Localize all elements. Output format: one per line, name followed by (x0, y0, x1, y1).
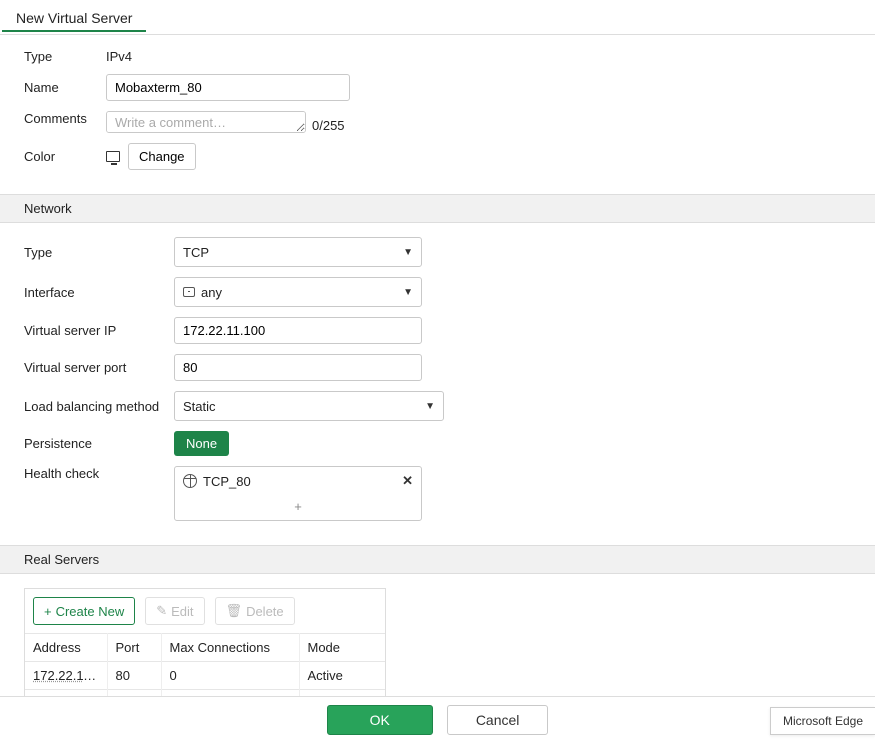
interface-select[interactable]: any ▼ (174, 277, 422, 307)
healthcheck-remove-icon[interactable]: ✕ (402, 473, 413, 489)
lb-method-label: Load balancing method (24, 399, 174, 414)
col-port[interactable]: Port (107, 634, 161, 662)
edit-button[interactable]: ✎ Edit (145, 597, 204, 625)
monitor-icon (106, 151, 120, 162)
lb-method-select[interactable]: Static ▼ (174, 391, 444, 421)
name-label: Name (24, 80, 106, 95)
page-title: New Virtual Server (2, 4, 146, 32)
type-label: Type (24, 49, 106, 64)
comments-label: Comments (24, 111, 106, 126)
browser-tooltip: Microsoft Edge (770, 707, 875, 735)
trash-icon: 🗑 (226, 603, 243, 619)
vip-label: Virtual server IP (24, 323, 174, 338)
cell-port: 80 (107, 662, 161, 690)
cell-mode: Active (299, 662, 385, 690)
pencil-icon: ✎ (156, 603, 167, 619)
vip-input[interactable] (174, 317, 422, 344)
ok-button[interactable]: OK (327, 705, 433, 735)
net-type-select[interactable]: TCP ▼ (174, 237, 422, 267)
chevron-down-icon: ▼ (425, 401, 435, 412)
realservers-header: Real Servers (0, 545, 875, 574)
edit-label: Edit (171, 604, 193, 619)
footer-bar: OK Cancel (0, 696, 875, 743)
create-new-button[interactable]: + Create New (33, 597, 135, 625)
healthcheck-add-button[interactable]: + (175, 495, 421, 520)
persistence-label: Persistence (24, 436, 174, 451)
delete-button[interactable]: 🗑 Delete (215, 597, 295, 625)
type-value: IPv4 (106, 49, 132, 64)
name-input[interactable] (106, 74, 350, 101)
delete-label: Delete (246, 604, 284, 619)
healthcheck-box: TCP_80 ✕ + (174, 466, 422, 521)
healthcheck-label: Health check (24, 466, 174, 481)
healthcheck-item[interactable]: TCP_80 (203, 474, 251, 489)
interface-icon (183, 287, 195, 297)
chevron-down-icon: ▼ (403, 287, 413, 298)
col-maxconn[interactable]: Max Connections (161, 634, 299, 662)
persistence-chip[interactable]: None (174, 431, 229, 456)
interface-label: Interface (24, 285, 174, 300)
vport-label: Virtual server port (24, 360, 174, 375)
color-label: Color (24, 149, 106, 164)
plus-icon: + (44, 604, 52, 619)
cancel-button[interactable]: Cancel (447, 705, 549, 735)
create-new-label: Create New (56, 604, 125, 619)
comments-counter: 0/255 (312, 118, 345, 133)
cell-address: 172.22.11… (25, 662, 107, 690)
comments-textarea[interactable] (106, 111, 306, 133)
col-address[interactable]: Address (25, 634, 107, 662)
lb-method-value: Static (183, 399, 216, 414)
interface-value: any (201, 285, 222, 300)
net-type-label: Type (24, 245, 174, 260)
col-mode[interactable]: Mode (299, 634, 385, 662)
network-header: Network (0, 194, 875, 223)
globe-icon (183, 474, 197, 488)
net-type-value: TCP (183, 245, 209, 260)
table-header-row: Address Port Max Connections Mode (25, 634, 385, 662)
table-row[interactable]: 172.22.11… 80 0 Active (25, 662, 385, 690)
color-change-button[interactable]: Change (128, 143, 196, 170)
vport-input[interactable] (174, 354, 422, 381)
chevron-down-icon: ▼ (403, 247, 413, 258)
cell-maxconn: 0 (161, 662, 299, 690)
